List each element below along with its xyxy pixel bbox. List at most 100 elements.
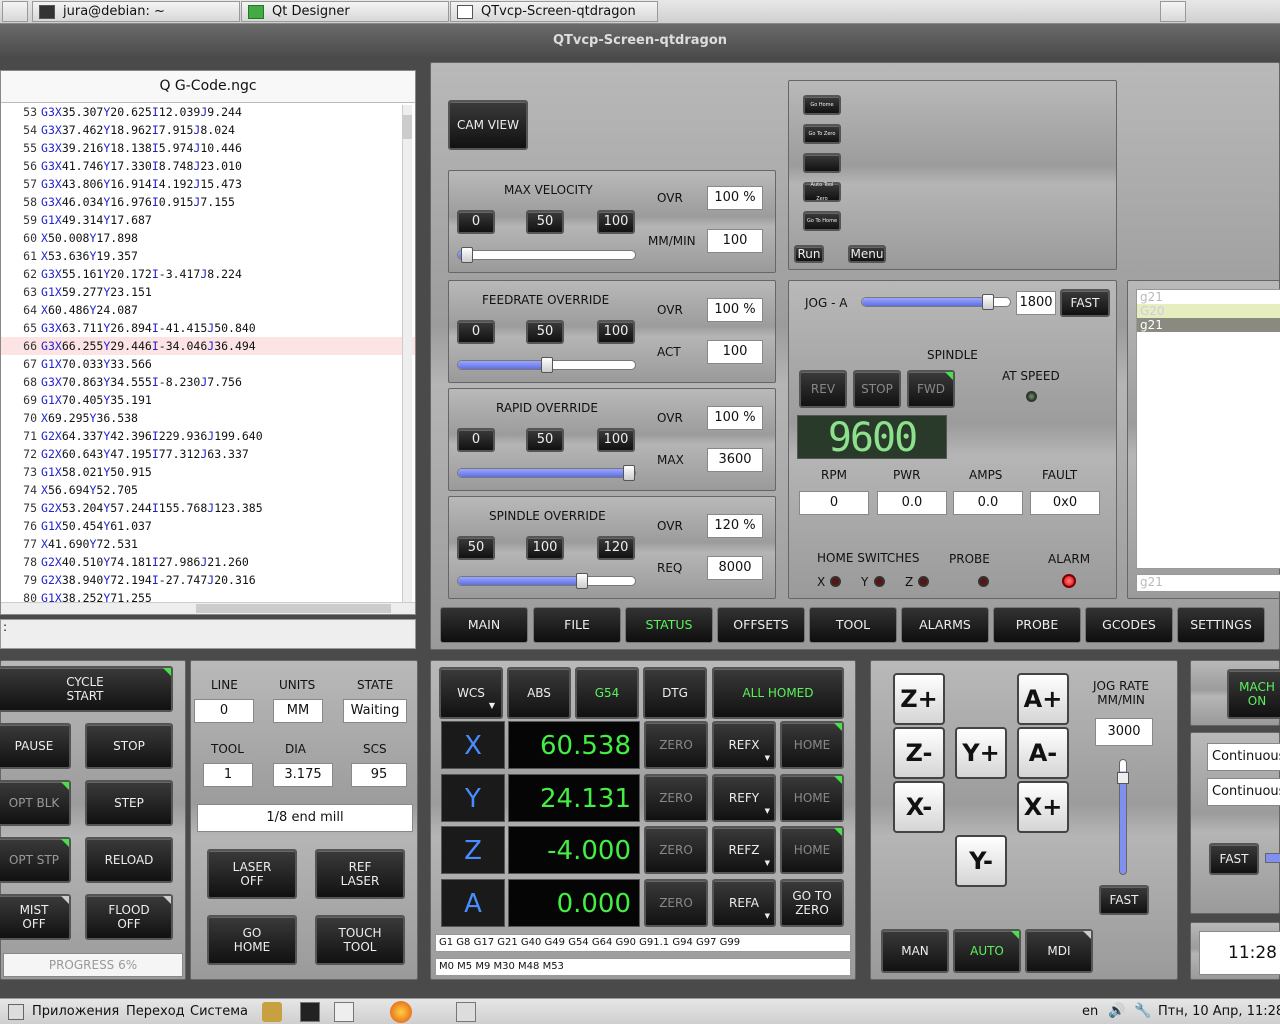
axis-x-label[interactable]: X: [441, 721, 505, 769]
tab-gcodes[interactable]: GCODES: [1085, 607, 1173, 643]
max-velocity-slider[interactable]: [457, 247, 636, 263]
system-menu[interactable]: Система: [190, 1004, 248, 1019]
jog-fast-button[interactable]: FAST: [1099, 885, 1149, 915]
spindle-stop-button[interactable]: STOP: [853, 370, 901, 408]
gcode-line[interactable]: 56 G3X41.746Y17.330I8.748J23.010: [1, 157, 415, 175]
gcode-line[interactable]: 66 G3X66.255Y29.446I-34.046J36.494: [1, 337, 415, 355]
jog-z-plus-button[interactable]: Z+: [893, 673, 945, 725]
gcode-line[interactable]: 58 G3X46.034Y16.976I0.915J7.155: [1, 193, 415, 211]
rapid-100-button[interactable]: 100: [597, 428, 635, 452]
angular-increment-select[interactable]: Continuous: [1207, 778, 1280, 806]
tab-probe[interactable]: PROBE: [993, 607, 1081, 643]
slider-knob[interactable]: [1117, 772, 1129, 784]
feed-0-button[interactable]: 0: [457, 320, 495, 344]
jog-rate-slider[interactable]: [1117, 759, 1129, 875]
slider-knob[interactable]: [623, 465, 635, 481]
desktop-icon[interactable]: [2, 1, 28, 22]
mist-button[interactable]: MIST OFF: [0, 894, 71, 940]
terminal-icon[interactable]: [300, 1002, 320, 1022]
network-icon[interactable]: 🔧: [1134, 1003, 1151, 1019]
gcode-line[interactable]: 79 G2X38.940Y72.194I-27.747J20.316: [1, 571, 415, 589]
tab-main[interactable]: MAIN: [440, 607, 528, 643]
gcode-hscrollbar[interactable]: [1, 602, 415, 614]
applications-menu[interactable]: Приложения: [32, 1004, 119, 1019]
jog-y-minus-button[interactable]: Y-: [955, 835, 1007, 887]
rapid-0-button[interactable]: 0: [457, 428, 495, 452]
spindle-120-button[interactable]: 120: [597, 536, 635, 560]
gcode-viewer[interactable]: Q G-Code.ngc 53 G3X35.307Y20.625I12.039J9…: [0, 70, 416, 615]
axis-z-label[interactable]: Z: [441, 826, 505, 874]
pause-button[interactable]: PAUSE: [0, 723, 71, 769]
jog-z-minus-button[interactable]: Z-: [893, 727, 945, 779]
zero-z-button[interactable]: ZERO: [644, 826, 708, 874]
rapid-slider[interactable]: [457, 465, 636, 481]
go-home-button[interactable]: GO HOME: [207, 915, 297, 965]
macro-auto-tool-button[interactable]: Auto Tool Zero: [803, 182, 841, 202]
feed-50-button[interactable]: 50: [526, 320, 564, 344]
feedrate-slider[interactable]: [457, 357, 636, 373]
jog-a-fast-button[interactable]: FAST: [1060, 289, 1110, 317]
clock[interactable]: Птн, 10 Апр, 11:28: [1158, 1004, 1280, 1019]
g54-button[interactable]: G54: [575, 667, 639, 719]
gcode-line[interactable]: 69 G1X70.405Y35.191: [1, 391, 415, 409]
slider-knob[interactable]: [540, 357, 553, 373]
opt-blk-button[interactable]: OPT BLK: [0, 780, 71, 826]
gcode-line[interactable]: 55 G3X39.216Y18.138I5.974J10.446: [1, 139, 415, 157]
gcode-line[interactable]: 72 G2X60.643Y47.195I77.312J63.337: [1, 445, 415, 463]
gcode-line[interactable]: 76 G1X50.454Y61.037: [1, 517, 415, 535]
cam-view-button[interactable]: CAM VIEW: [448, 100, 528, 150]
history-item[interactable]: g21: [1137, 290, 1280, 304]
gcode-line[interactable]: 59 G1X49.314Y17.687: [1, 211, 415, 229]
volume-icon[interactable]: 🔊: [1108, 1003, 1125, 1019]
gcode-line[interactable]: 53 G3X35.307Y20.625I12.039J9.244: [1, 103, 415, 121]
task-qtdesigner[interactable]: Qt Designer: [241, 1, 449, 22]
gcode-line[interactable]: 74 X56.694Y52.705: [1, 481, 415, 499]
home-z-button[interactable]: HOME: [780, 826, 844, 874]
axis-y-label[interactable]: Y: [441, 773, 505, 822]
cycle-start-button[interactable]: CYCLE START: [0, 666, 173, 712]
max-vel-50-button[interactable]: 50: [526, 210, 564, 234]
abs-button[interactable]: ABS: [507, 667, 571, 719]
laser-off-button[interactable]: LASER OFF: [207, 849, 297, 899]
mdi-mode-button[interactable]: MDI: [1025, 929, 1093, 973]
slider-knob[interactable]: [460, 247, 473, 263]
gcode-scrollbar[interactable]: [402, 105, 412, 605]
home-x-button[interactable]: HOME: [780, 721, 844, 769]
jog-y-plus-button[interactable]: Y+: [955, 727, 1007, 779]
reload-button[interactable]: RELOAD: [85, 837, 173, 883]
history-item[interactable]: G20: [1137, 304, 1280, 318]
ref-x-button[interactable]: REFX ▼: [712, 721, 776, 769]
tab-settings[interactable]: SETTINGS: [1177, 607, 1265, 643]
gcode-line[interactable]: 75 G2X53.204Y57.244I155.768J123.385: [1, 499, 415, 517]
gcode-line[interactable]: 67 G1X70.033Y33.566: [1, 355, 415, 373]
tab-offsets[interactable]: OFFSETS: [717, 607, 805, 643]
ref-laser-button[interactable]: REF LASER: [315, 849, 405, 899]
places-menu[interactable]: Переход: [126, 1004, 185, 1019]
flood-button[interactable]: FLOOD OFF: [85, 894, 173, 940]
spindle-rev-button[interactable]: REV: [799, 370, 847, 408]
gcode-line[interactable]: 60 X50.008Y17.898: [1, 229, 415, 247]
tab-alarms[interactable]: ALARMS: [901, 607, 989, 643]
firefox-icon[interactable]: [390, 1001, 412, 1023]
gcode-line[interactable]: 61 X53.636Y19.357: [1, 247, 415, 265]
text-editor-icon[interactable]: [334, 1002, 354, 1022]
gcode-line[interactable]: 63 G1X59.277Y23.151: [1, 283, 415, 301]
gcode-line[interactable]: 77 X41.690Y72.531: [1, 535, 415, 553]
jog-a-minus-button[interactable]: A-: [1017, 727, 1069, 779]
max-vel-100-button[interactable]: 100: [597, 210, 635, 234]
home-a-button[interactable]: GO TO ZERO: [780, 878, 844, 927]
zero-y-button[interactable]: ZERO: [644, 773, 708, 822]
auto-mode-button[interactable]: AUTO: [953, 929, 1021, 973]
slider-knob[interactable]: [981, 294, 994, 310]
spindle-override-slider[interactable]: [457, 573, 636, 589]
gcode-line[interactable]: 73 G1X58.021Y50.915: [1, 463, 415, 481]
ref-y-button[interactable]: REFY ▼: [712, 773, 776, 822]
tab-status[interactable]: STATUS: [625, 607, 713, 643]
macro-go-to-home-button[interactable]: Go To Home: [803, 211, 841, 231]
gcode-line[interactable]: 70 X69.295Y36.538: [1, 409, 415, 427]
step-button[interactable]: STEP: [85, 780, 173, 826]
rapid-50-button[interactable]: 50: [526, 428, 564, 452]
right-fast-button[interactable]: FAST: [1209, 843, 1259, 875]
macro-go-home-button[interactable]: Go Home: [803, 95, 841, 115]
trash-icon[interactable]: [456, 1002, 476, 1022]
